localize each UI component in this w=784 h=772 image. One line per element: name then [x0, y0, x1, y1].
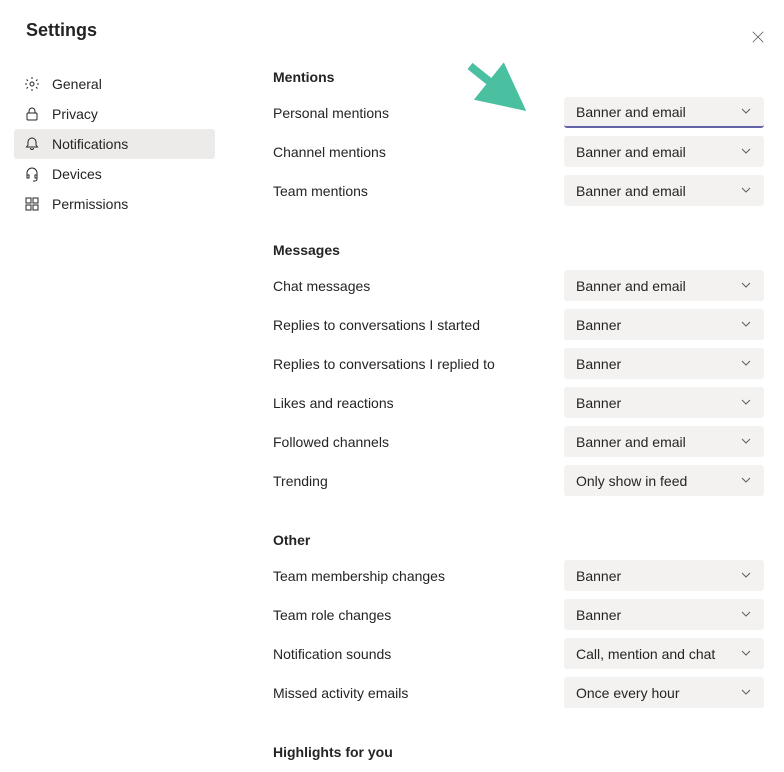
select-followed-channels[interactable]: Banner and email — [564, 426, 764, 457]
row-replies-replied: Replies to conversations I replied to Ba… — [273, 348, 764, 379]
label-likes-reactions: Likes and reactions — [273, 395, 394, 411]
headset-icon — [24, 166, 40, 182]
chevron-down-icon — [740, 317, 752, 333]
row-channel-mentions: Channel mentions Banner and email — [273, 136, 764, 167]
row-notification-sounds: Notification sounds Call, mention and ch… — [273, 638, 764, 669]
content: Mentions Personal mentions Banner and em… — [215, 69, 784, 772]
chevron-down-icon — [740, 395, 752, 411]
row-personal-mentions: Personal mentions Banner and email — [273, 97, 764, 128]
label-personal-mentions: Personal mentions — [273, 105, 389, 121]
select-value: Banner — [576, 607, 621, 623]
row-trending: Trending Only show in feed — [273, 465, 764, 496]
select-value: Banner and email — [576, 144, 686, 160]
gear-icon — [24, 76, 40, 92]
sidebar: General Privacy Notifications Devices Pe… — [0, 69, 215, 772]
select-trending[interactable]: Only show in feed — [564, 465, 764, 496]
label-team-membership-changes: Team membership changes — [273, 568, 445, 584]
select-notification-sounds[interactable]: Call, mention and chat — [564, 638, 764, 669]
select-value: Banner — [576, 568, 621, 584]
label-channel-mentions: Channel mentions — [273, 144, 386, 160]
label-followed-channels: Followed channels — [273, 434, 389, 450]
sidebar-item-label: Privacy — [52, 106, 98, 122]
row-team-role-changes: Team role changes Banner — [273, 599, 764, 630]
sidebar-item-label: Notifications — [52, 136, 128, 152]
sidebar-item-privacy[interactable]: Privacy — [14, 99, 215, 129]
select-value: Once every hour — [576, 685, 680, 701]
chevron-down-icon — [740, 183, 752, 199]
select-replies-started[interactable]: Banner — [564, 309, 764, 340]
label-chat-messages: Chat messages — [273, 278, 370, 294]
select-team-role-changes[interactable]: Banner — [564, 599, 764, 630]
chevron-down-icon — [740, 356, 752, 372]
section-header-messages: Messages — [273, 242, 764, 258]
section-header-highlights: Highlights for you — [273, 744, 764, 760]
select-value: Banner and email — [576, 434, 686, 450]
select-value: Banner — [576, 395, 621, 411]
row-team-mentions: Team mentions Banner and email — [273, 175, 764, 206]
chevron-down-icon — [740, 607, 752, 623]
chevron-down-icon — [740, 144, 752, 160]
section-header-mentions: Mentions — [273, 69, 764, 85]
header: Settings — [0, 0, 784, 41]
sidebar-item-label: Devices — [52, 166, 102, 182]
select-value: Banner and email — [576, 278, 686, 294]
chevron-down-icon — [740, 646, 752, 662]
close-button[interactable] — [750, 30, 766, 46]
select-likes-reactions[interactable]: Banner — [564, 387, 764, 418]
select-value: Call, mention and chat — [576, 646, 715, 662]
sidebar-item-notifications[interactable]: Notifications — [14, 129, 215, 159]
label-missed-activity-emails: Missed activity emails — [273, 685, 408, 701]
row-team-membership-changes: Team membership changes Banner — [273, 560, 764, 591]
select-value: Banner and email — [576, 104, 686, 120]
label-trending: Trending — [273, 473, 328, 489]
select-value: Only show in feed — [576, 473, 687, 489]
select-channel-mentions[interactable]: Banner and email — [564, 136, 764, 167]
label-replies-replied: Replies to conversations I replied to — [273, 356, 495, 372]
select-replies-replied[interactable]: Banner — [564, 348, 764, 379]
apps-icon — [24, 196, 40, 212]
row-followed-channels: Followed channels Banner and email — [273, 426, 764, 457]
select-value: Banner — [576, 317, 621, 333]
chevron-down-icon — [740, 685, 752, 701]
chevron-down-icon — [740, 568, 752, 584]
select-value: Banner and email — [576, 183, 686, 199]
close-icon — [751, 30, 765, 44]
row-likes-reactions: Likes and reactions Banner — [273, 387, 764, 418]
chevron-down-icon — [740, 473, 752, 489]
sidebar-item-general[interactable]: General — [14, 69, 215, 99]
row-replies-started: Replies to conversations I started Banne… — [273, 309, 764, 340]
sidebar-item-permissions[interactable]: Permissions — [14, 189, 215, 219]
lock-icon — [24, 106, 40, 122]
row-chat-messages: Chat messages Banner and email — [273, 270, 764, 301]
sidebar-item-devices[interactable]: Devices — [14, 159, 215, 189]
select-team-membership-changes[interactable]: Banner — [564, 560, 764, 591]
select-value: Banner — [576, 356, 621, 372]
section-header-other: Other — [273, 532, 764, 548]
bell-icon — [24, 136, 40, 152]
label-replies-started: Replies to conversations I started — [273, 317, 480, 333]
page-title: Settings — [26, 20, 784, 41]
select-team-mentions[interactable]: Banner and email — [564, 175, 764, 206]
label-notification-sounds: Notification sounds — [273, 646, 391, 662]
chevron-down-icon — [740, 104, 752, 120]
select-personal-mentions[interactable]: Banner and email — [564, 97, 764, 128]
sidebar-item-label: Permissions — [52, 196, 128, 212]
chevron-down-icon — [740, 278, 752, 294]
label-team-role-changes: Team role changes — [273, 607, 391, 623]
row-missed-activity-emails: Missed activity emails Once every hour — [273, 677, 764, 708]
sidebar-item-label: General — [52, 76, 102, 92]
select-missed-activity-emails[interactable]: Once every hour — [564, 677, 764, 708]
select-chat-messages[interactable]: Banner and email — [564, 270, 764, 301]
label-team-mentions: Team mentions — [273, 183, 368, 199]
chevron-down-icon — [740, 434, 752, 450]
